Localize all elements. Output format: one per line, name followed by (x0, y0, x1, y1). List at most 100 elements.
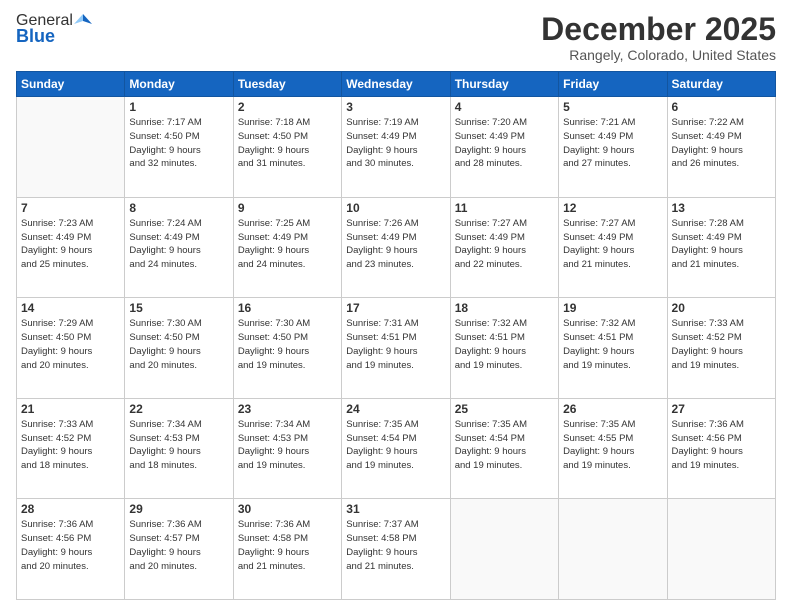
table-row: 23Sunrise: 7:34 AMSunset: 4:53 PMDayligh… (233, 398, 341, 499)
header: General Blue December 2025 Rangely, Colo… (16, 12, 776, 63)
day-number: 3 (346, 100, 445, 114)
table-row: 22 Sunrise: 7:34 AMSunset: 4:53 PMDayligh… (125, 398, 233, 499)
day-info: Sunrise: 7:35 AMSunset: 4:54 PMDaylight:… (455, 418, 554, 473)
table-row: 31Sunrise: 7:37 AMSunset: 4:58 PMDayligh… (342, 499, 450, 600)
day-number: 30 (238, 502, 337, 516)
table-row: 24Sunrise: 7:35 AMSunset: 4:54 PMDayligh… (342, 398, 450, 499)
table-row: 18 Sunrise: 7:32 AMSunset: 4:51 PMDayligh… (450, 298, 558, 399)
table-row: 14 Sunrise: 7:29 AMSunset: 4:50 PMDayligh… (17, 298, 125, 399)
table-row: 29Sunrise: 7:36 AMSunset: 4:57 PMDayligh… (125, 499, 233, 600)
table-row: 13Sunrise: 7:28 AMSunset: 4:49 PMDayligh… (667, 197, 775, 298)
table-row: 27Sunrise: 7:36 AMSunset: 4:56 PMDayligh… (667, 398, 775, 499)
col-saturday: Saturday (667, 72, 775, 97)
table-row (17, 97, 125, 198)
day-number: 6 (672, 100, 771, 114)
table-row: 10Sunrise: 7:26 AMSunset: 4:49 PMDayligh… (342, 197, 450, 298)
day-number: 21 (21, 402, 120, 416)
day-number: 28 (21, 502, 120, 516)
table-row (559, 499, 667, 600)
table-row: 17Sunrise: 7:31 AMSunset: 4:51 PMDayligh… (342, 298, 450, 399)
table-row: 12Sunrise: 7:27 AMSunset: 4:49 PMDayligh… (559, 197, 667, 298)
day-number: 7 (21, 201, 120, 215)
day-info: Sunrise: 7:19 AMSunset: 4:49 PMDaylight:… (346, 116, 445, 171)
day-info: Sunrise: 7:18 AMSunset: 4:50 PMDaylight:… (238, 116, 337, 171)
table-row: 8Sunrise: 7:24 AMSunset: 4:49 PMDaylight… (125, 197, 233, 298)
table-row: 19 Sunrise: 7:32 AMSunset: 4:51 PMDayligh… (559, 298, 667, 399)
day-info: Sunrise: 7:24 AMSunset: 4:49 PMDaylight:… (129, 217, 228, 272)
table-row: 11Sunrise: 7:27 AMSunset: 4:49 PMDayligh… (450, 197, 558, 298)
day-number: 14 (21, 301, 120, 315)
day-number: 31 (346, 502, 445, 516)
table-row: 26 Sunrise: 7:35 AMSunset: 4:55 PMDayligh… (559, 398, 667, 499)
location: Rangely, Colorado, United States (541, 47, 776, 63)
page-container: General Blue December 2025 Rangely, Colo… (0, 0, 792, 612)
day-info: Sunrise: 7:36 AMSunset: 4:58 PMDaylight:… (238, 518, 337, 573)
logo-blue-text: Blue (16, 26, 55, 47)
day-number: 20 (672, 301, 771, 315)
day-info: Sunrise: 7:27 AMSunset: 4:49 PMDaylight:… (563, 217, 662, 272)
day-info: Sunrise: 7:20 AMSunset: 4:49 PMDaylight:… (455, 116, 554, 171)
calendar-week-row: 1 Sunrise: 7:17 AMSunset: 4:50 PMDaylight… (17, 97, 776, 198)
day-number: 25 (455, 402, 554, 416)
day-number: 5 (563, 100, 662, 114)
day-info: Sunrise: 7:33 AMSunset: 4:52 PMDaylight:… (21, 418, 120, 473)
day-info: Sunrise: 7:34 AMSunset: 4:53 PMDaylight:… (129, 418, 228, 473)
month-title: December 2025 (541, 12, 776, 47)
table-row: 4 Sunrise: 7:20 AMSunset: 4:49 PMDaylight… (450, 97, 558, 198)
table-row (667, 499, 775, 600)
table-row: 20 Sunrise: 7:33 AMSunset: 4:52 PMDayligh… (667, 298, 775, 399)
day-info: Sunrise: 7:36 AMSunset: 4:56 PMDaylight:… (21, 518, 120, 573)
day-number: 24 (346, 402, 445, 416)
day-info: Sunrise: 7:21 AMSunset: 4:49 PMDaylight:… (563, 116, 662, 171)
day-info: Sunrise: 7:30 AMSunset: 4:50 PMDaylight:… (129, 317, 228, 372)
col-friday: Friday (559, 72, 667, 97)
day-info: Sunrise: 7:22 AMSunset: 4:49 PMDaylight:… (672, 116, 771, 171)
table-row: 5 Sunrise: 7:21 AMSunset: 4:49 PMDaylight… (559, 97, 667, 198)
table-row: 7 Sunrise: 7:23 AMSunset: 4:49 PMDaylight… (17, 197, 125, 298)
title-section: December 2025 Rangely, Colorado, United … (541, 12, 776, 63)
calendar-header-row: Sunday Monday Tuesday Wednesday Thursday… (17, 72, 776, 97)
calendar-table: Sunday Monday Tuesday Wednesday Thursday… (16, 71, 776, 600)
table-row: 30 Sunrise: 7:36 AMSunset: 4:58 PMDayligh… (233, 499, 341, 600)
day-number: 18 (455, 301, 554, 315)
day-number: 10 (346, 201, 445, 215)
day-info: Sunrise: 7:25 AMSunset: 4:49 PMDaylight:… (238, 217, 337, 272)
day-number: 2 (238, 100, 337, 114)
table-row: 15 Sunrise: 7:30 AMSunset: 4:50 PMDayligh… (125, 298, 233, 399)
day-info: Sunrise: 7:36 AMSunset: 4:56 PMDaylight:… (672, 418, 771, 473)
calendar-week-row: 14 Sunrise: 7:29 AMSunset: 4:50 PMDayligh… (17, 298, 776, 399)
day-info: Sunrise: 7:35 AMSunset: 4:55 PMDaylight:… (563, 418, 662, 473)
table-row: 25 Sunrise: 7:35 AMSunset: 4:54 PMDayligh… (450, 398, 558, 499)
day-number: 22 (129, 402, 228, 416)
col-wednesday: Wednesday (342, 72, 450, 97)
table-row: 21 Sunrise: 7:33 AMSunset: 4:52 PMDayligh… (17, 398, 125, 499)
day-number: 16 (238, 301, 337, 315)
table-row: 1 Sunrise: 7:17 AMSunset: 4:50 PMDaylight… (125, 97, 233, 198)
day-info: Sunrise: 7:23 AMSunset: 4:49 PMDaylight:… (21, 217, 120, 272)
day-number: 15 (129, 301, 228, 315)
day-info: Sunrise: 7:33 AMSunset: 4:52 PMDaylight:… (672, 317, 771, 372)
day-number: 9 (238, 201, 337, 215)
day-number: 1 (129, 100, 228, 114)
day-info: Sunrise: 7:28 AMSunset: 4:49 PMDaylight:… (672, 217, 771, 272)
col-monday: Monday (125, 72, 233, 97)
day-number: 4 (455, 100, 554, 114)
table-row: 28 Sunrise: 7:36 AMSunset: 4:56 PMDayligh… (17, 499, 125, 600)
table-row (450, 499, 558, 600)
table-row: 2 Sunrise: 7:18 AMSunset: 4:50 PMDaylight… (233, 97, 341, 198)
table-row: 6 Sunrise: 7:22 AMSunset: 4:49 PMDaylight… (667, 97, 775, 198)
day-info: Sunrise: 7:29 AMSunset: 4:50 PMDaylight:… (21, 317, 120, 372)
day-number: 19 (563, 301, 662, 315)
day-number: 29 (129, 502, 228, 516)
calendar-week-row: 28 Sunrise: 7:36 AMSunset: 4:56 PMDayligh… (17, 499, 776, 600)
calendar-week-row: 7 Sunrise: 7:23 AMSunset: 4:49 PMDaylight… (17, 197, 776, 298)
table-row: 3 Sunrise: 7:19 AMSunset: 4:49 PMDaylight… (342, 97, 450, 198)
day-info: Sunrise: 7:34 AMSunset: 4:53 PMDaylight:… (238, 418, 337, 473)
day-info: Sunrise: 7:17 AMSunset: 4:50 PMDaylight:… (129, 116, 228, 171)
day-info: Sunrise: 7:32 AMSunset: 4:51 PMDaylight:… (563, 317, 662, 372)
table-row: 9 Sunrise: 7:25 AMSunset: 4:49 PMDaylight… (233, 197, 341, 298)
calendar-week-row: 21 Sunrise: 7:33 AMSunset: 4:52 PMDayligh… (17, 398, 776, 499)
day-info: Sunrise: 7:30 AMSunset: 4:50 PMDaylight:… (238, 317, 337, 372)
day-number: 26 (563, 402, 662, 416)
day-info: Sunrise: 7:32 AMSunset: 4:51 PMDaylight:… (455, 317, 554, 372)
